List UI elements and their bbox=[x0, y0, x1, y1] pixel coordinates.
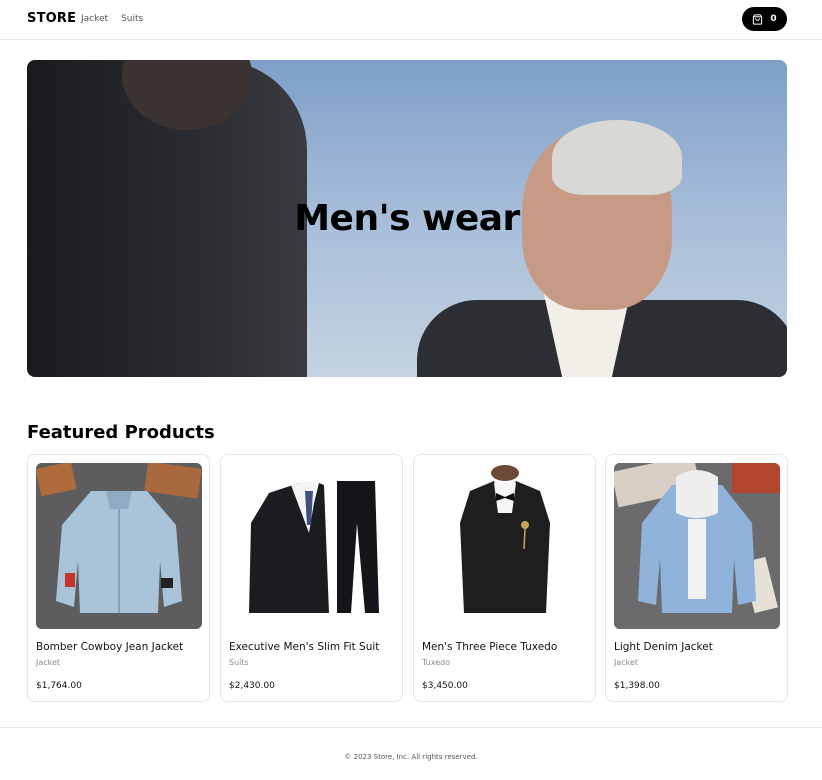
product-card[interactable]: Light Denim Jacket Jacket $1,398.00 bbox=[605, 454, 788, 702]
product-price: $3,450.00 bbox=[422, 681, 468, 691]
product-name[interactable]: Men's Three Piece Tuxedo bbox=[422, 641, 557, 653]
product-image[interactable] bbox=[614, 463, 780, 629]
footer-divider bbox=[0, 727, 822, 728]
slim-fit-suit-image bbox=[229, 463, 395, 629]
product-image[interactable] bbox=[229, 463, 395, 629]
denim-jacket-image bbox=[36, 463, 202, 629]
store-logo[interactable]: STORE bbox=[27, 11, 76, 26]
product-category: Jacket bbox=[614, 658, 639, 667]
site-header: STORE Jacket Suits 0 bbox=[0, 0, 822, 40]
product-card[interactable]: Bomber Cowboy Jean Jacket Jacket $1,764.… bbox=[27, 454, 210, 702]
nav-link-jacket[interactable]: Jacket bbox=[81, 14, 108, 24]
shopping-bag-icon bbox=[753, 13, 763, 25]
product-grid: Bomber Cowboy Jean Jacket Jacket $1,764.… bbox=[27, 454, 788, 702]
product-name[interactable]: Light Denim Jacket bbox=[614, 641, 713, 653]
product-price: $1,398.00 bbox=[614, 681, 660, 691]
hero-banner: Men's wear bbox=[27, 60, 787, 377]
featured-products-title: Featured Products bbox=[27, 422, 215, 443]
product-image[interactable] bbox=[422, 463, 588, 629]
nav-link-suits[interactable]: Suits bbox=[121, 14, 143, 24]
cart-count: 0 bbox=[770, 14, 777, 24]
footer-copyright: © 2023 Store, Inc. All rights reserved. bbox=[344, 753, 478, 761]
product-card[interactable]: Men's Three Piece Tuxedo Tuxedo $3,450.0… bbox=[413, 454, 596, 702]
product-price: $1,764.00 bbox=[36, 681, 82, 691]
product-category: Tuxedo bbox=[422, 658, 451, 667]
light-denim-jacket-image bbox=[614, 463, 780, 629]
hero-image-hair bbox=[552, 120, 682, 195]
main-nav: Jacket Suits bbox=[81, 14, 143, 24]
tuxedo-image bbox=[422, 463, 588, 629]
product-card[interactable]: Executive Men's Slim Fit Suit Suits $2,4… bbox=[220, 454, 403, 702]
product-category: Suits bbox=[229, 658, 249, 667]
product-category: Jacket bbox=[36, 658, 61, 667]
product-price: $2,430.00 bbox=[229, 681, 275, 691]
product-image[interactable] bbox=[36, 463, 202, 629]
product-name[interactable]: Bomber Cowboy Jean Jacket bbox=[36, 641, 183, 653]
hero-title: Men's wear bbox=[294, 198, 520, 239]
cart-button[interactable]: 0 bbox=[742, 7, 787, 31]
product-name[interactable]: Executive Men's Slim Fit Suit bbox=[229, 641, 379, 653]
